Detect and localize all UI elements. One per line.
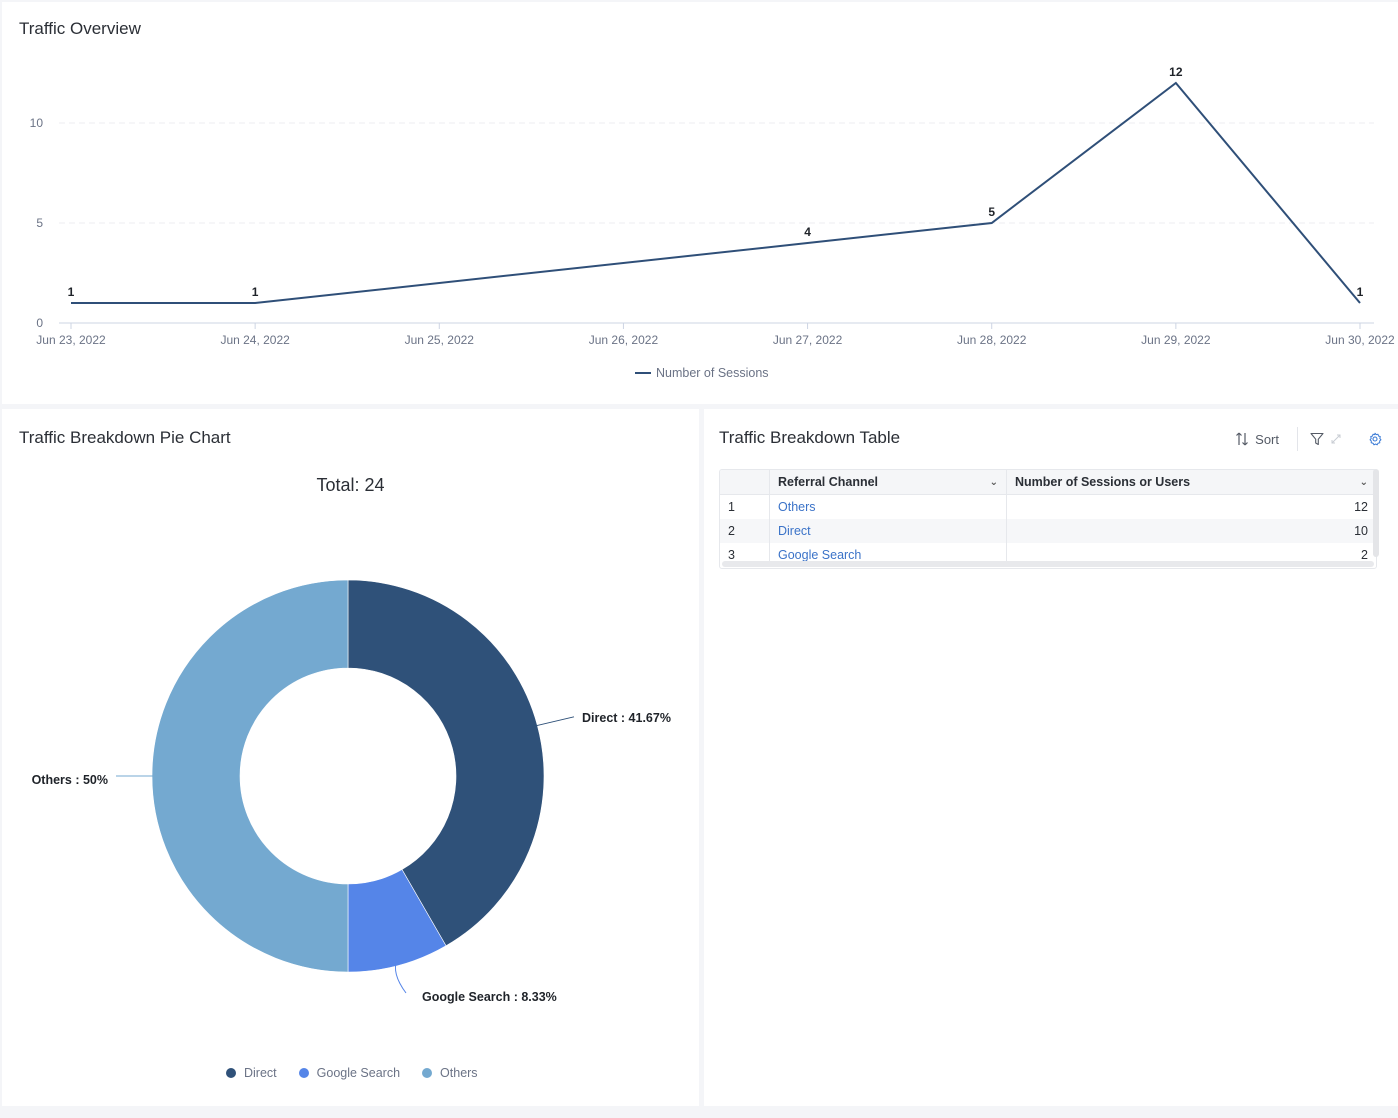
referral-channel-column-header[interactable]: Referral Channel ⌄ [770, 470, 1007, 494]
y-tick-label: 5 [36, 216, 43, 230]
legend-label: Direct [244, 1066, 277, 1080]
expand-button[interactable] [1330, 433, 1342, 445]
traffic-pie-panel: Traffic Breakdown Pie Chart Total: 24 Di… [2, 409, 699, 1106]
table-row: 2 Direct 10 [720, 519, 1376, 543]
google-search-dot-icon [298, 1068, 309, 1078]
table-row: 3 Google Search 2 [720, 543, 1376, 561]
x-tick-label: Jun 23, 2022 [36, 333, 106, 347]
slice-label: Others : 50% [32, 773, 108, 787]
expand-icon [1331, 434, 1341, 444]
row-index: 1 [720, 495, 770, 519]
chevron-down-icon[interactable]: ⌄ [1360, 477, 1368, 488]
legend-label: Number of Sessions [656, 366, 769, 380]
horizontal-scrollbar[interactable] [722, 561, 1374, 567]
others-dot-icon [422, 1068, 433, 1078]
data-label: 1 [1357, 285, 1364, 299]
channel-link[interactable]: Direct [778, 524, 811, 538]
line-legend: Number of Sessions [635, 366, 769, 380]
gear-icon [1369, 432, 1382, 446]
pie-legend: Direct Google Search Others [226, 1066, 478, 1080]
y-tick-label: 10 [30, 116, 44, 130]
chevron-down-icon[interactable]: ⌄ [990, 477, 998, 488]
traffic-table-panel: Traffic Breakdown Table Sort Referral Ch… [704, 409, 1398, 1106]
table-row: 1 Others 12 [720, 495, 1376, 519]
legend-item-direct[interactable]: Direct [226, 1066, 277, 1080]
legend-item-others[interactable]: Others [422, 1066, 478, 1080]
series-line-number-of-sessions [71, 81, 1361, 304]
leader-line [531, 716, 575, 728]
filter-icon [1310, 432, 1324, 446]
panel-title: Traffic Breakdown Table [719, 428, 901, 447]
data-label: 1 [68, 285, 75, 299]
slice-label: Google Search : 8.33% [422, 990, 557, 1004]
sessions-cell: 10 [1354, 524, 1368, 538]
table-toolbar: Sort [1235, 427, 1398, 451]
legend-label: Google Search [316, 1066, 401, 1080]
settings-button[interactable] [1368, 432, 1382, 446]
sessions-column-header[interactable]: Number of Sessions or Users ⌄ [1007, 470, 1376, 494]
column-label: Number of Sessions or Users [1015, 475, 1191, 489]
x-tick-label: Jun 30, 2022 [1325, 333, 1395, 347]
line-swatch-icon [635, 372, 651, 374]
x-tick-label: Jun 27, 2022 [773, 333, 843, 347]
channel-link[interactable]: Google Search [778, 548, 861, 561]
x-tick-label: Jun 28, 2022 [957, 333, 1027, 347]
channel-link[interactable]: Others [778, 500, 816, 514]
legend-label: Others [440, 1066, 478, 1080]
traffic-table: Referral Channel ⌄ Number of Sessions or… [719, 469, 1377, 569]
y-tick-label: 0 [36, 316, 43, 330]
x-tick-label: Jun 24, 2022 [220, 333, 290, 347]
x-tick-label: Jun 25, 2022 [405, 333, 475, 347]
direct-dot-icon [226, 1068, 236, 1078]
channel-cell: Google Search [770, 543, 1007, 561]
sort-button[interactable]: Sort [1235, 431, 1279, 447]
sort-arrows-icon [1236, 432, 1249, 446]
vertical-scrollbar[interactable] [1373, 469, 1379, 557]
data-label: 5 [988, 205, 995, 219]
donut-chart: Direct : 41.67% Google Search : 8.33% Othe… [32, 579, 671, 1004]
data-label: 12 [1169, 65, 1183, 79]
channel-cell: Direct [770, 519, 1007, 543]
legend-item-google-search[interactable]: Google Search [298, 1066, 401, 1080]
data-label: 1 [252, 285, 259, 299]
legend-item-number-of-sessions[interactable]: Number of Sessions [635, 366, 769, 380]
filter-button[interactable] [1310, 432, 1324, 446]
slice-others [151, 579, 349, 973]
sessions-cell: 2 [1361, 548, 1368, 561]
table-body: 1 Others 12 2 Direct 10 3 Google Search … [720, 495, 1376, 561]
row-index: 3 [720, 543, 770, 561]
line-chart: 0 5 10 Jun 23, 2022 Jun 24, 2022 Jun 25, 2022… [30, 65, 1395, 347]
x-tick-label: Jun 26, 2022 [589, 333, 659, 347]
column-label: Referral Channel [778, 475, 879, 489]
data-label: 4 [804, 225, 811, 239]
x-tick-label: Jun 29, 2022 [1141, 333, 1211, 347]
table-header: Referral Channel ⌄ Number of Sessions or… [720, 470, 1376, 495]
slice-label: Direct : 41.67% [582, 711, 671, 725]
channel-cell: Others [770, 495, 1007, 519]
sort-label: Sort [1255, 431, 1279, 447]
sessions-cell: 12 [1354, 500, 1368, 514]
row-index: 2 [720, 519, 770, 543]
toolbar-divider [1297, 427, 1298, 451]
index-column-header [720, 470, 770, 494]
traffic-overview-panel: Traffic Overview 0 5 10 Jun 23, 2022 Jun 24,… [2, 2, 1398, 404]
